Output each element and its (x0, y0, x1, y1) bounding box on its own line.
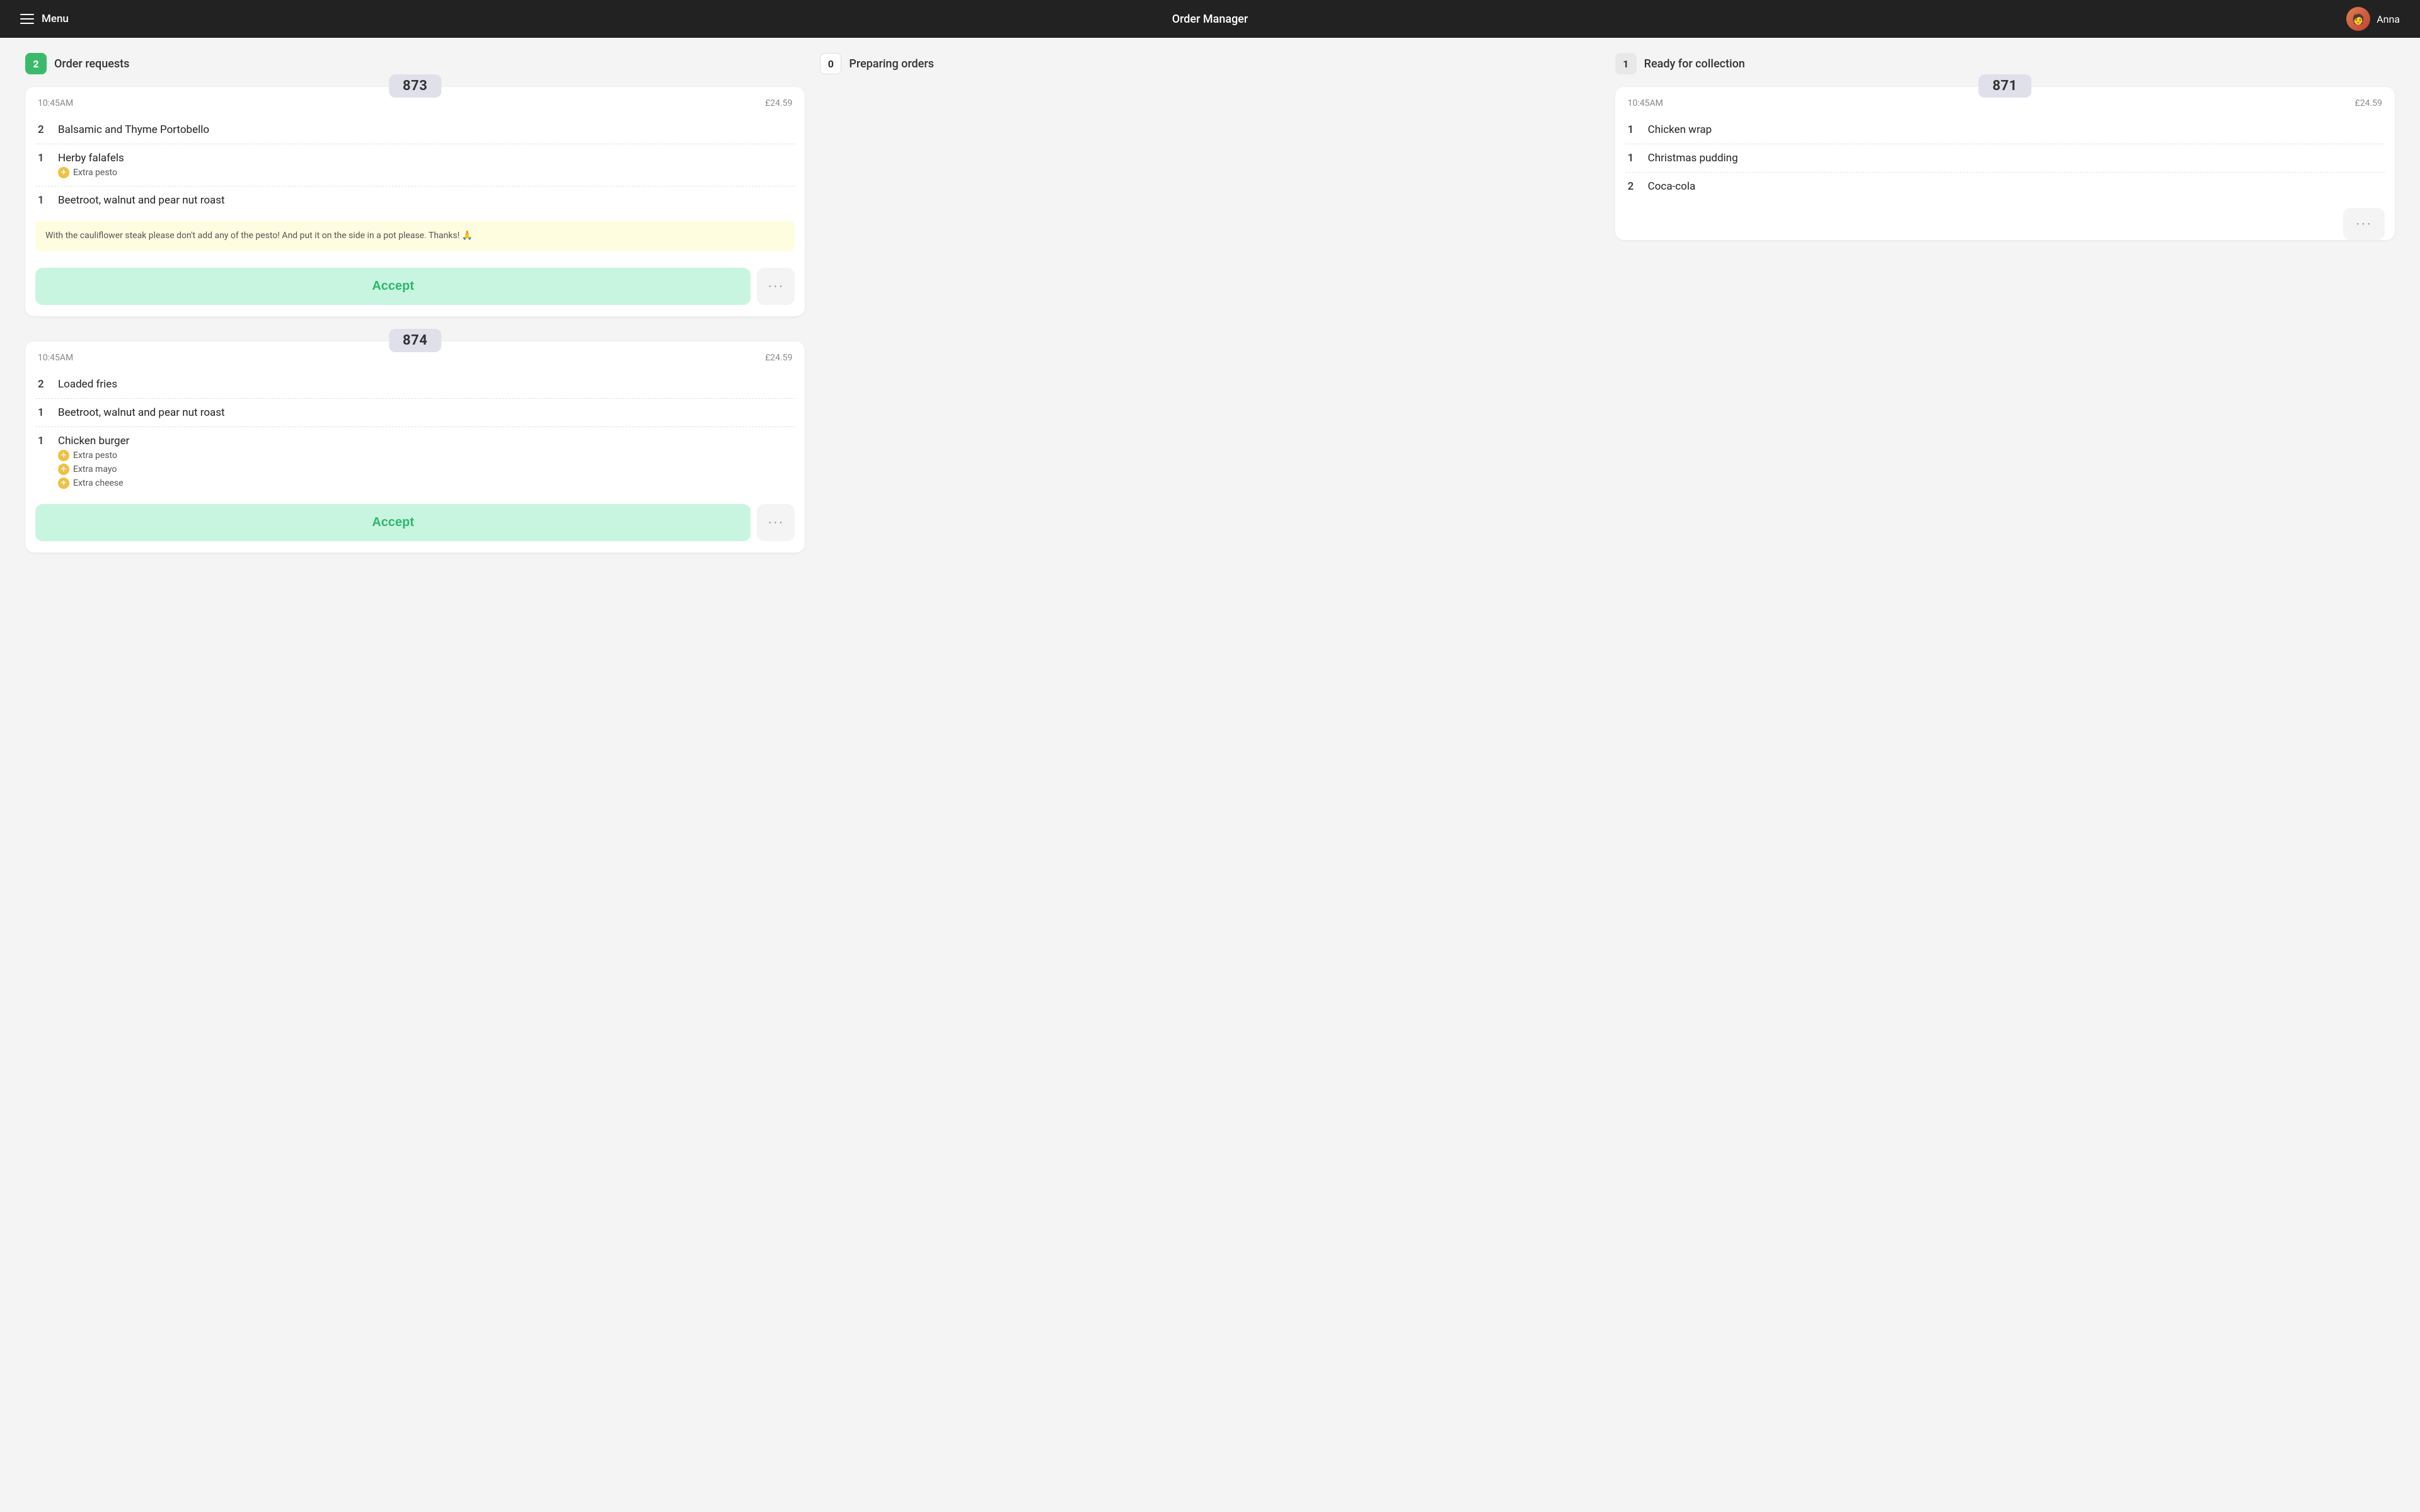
order-item: 1 Chicken wrap (1625, 116, 2385, 144)
menu-label: Menu (42, 13, 69, 25)
accept-button[interactable]: Accept (35, 268, 751, 305)
item-qty: 2 (38, 123, 49, 136)
item-name: Chicken burger (58, 435, 129, 447)
order-card: 871 10:45AM £24.59 1 Chicken wrap 1 Chri… (1615, 87, 2395, 240)
item-qty: 1 (38, 194, 49, 207)
item-qty: 1 (1628, 152, 1639, 164)
plus-icon: + (58, 450, 69, 461)
page-title: Order Manager (1172, 13, 1248, 26)
item-name: Beetroot, walnut and pear nut roast (58, 194, 225, 207)
order-item: 2 Loaded fries (35, 370, 795, 398)
column-count-badge: 0 (820, 53, 841, 74)
column-title: Ready for collection (1644, 57, 1745, 71)
item-qty: 1 (38, 435, 49, 447)
column-header-preparing_orders: 0 Preparing orders (820, 53, 1599, 74)
item-qty: 2 (38, 378, 49, 391)
order-items-list: 2 Balsamic and Thyme Portobello 1 Herby … (25, 116, 805, 214)
item-name: Chicken wrap (1648, 123, 1712, 136)
modifier-text: Extra cheese (73, 478, 124, 488)
order-card: 874 10:45AM £24.59 2 Loaded fries 1 Beet… (25, 341, 805, 553)
item-modifier: + Extra pesto (58, 450, 129, 461)
order-footer: Accept··· (25, 260, 805, 316)
plus-icon: + (58, 464, 69, 475)
column-ready_for_collection: 1 Ready for collection 871 10:45AM £24.5… (1608, 53, 2402, 578)
modifier-text: Extra mayo (73, 464, 117, 474)
order-footer: Accept··· (25, 496, 805, 553)
column-preparing_orders: 0 Preparing orders (812, 53, 1607, 578)
item-modifier: + Extra mayo (58, 464, 129, 475)
column-title: Preparing orders (849, 57, 934, 71)
user-name: Anna (2377, 13, 2400, 25)
order-time: 10:45AM (38, 98, 73, 108)
item-qty: 1 (1628, 123, 1639, 136)
plus-icon: + (58, 478, 69, 489)
order-card: 873 10:45AM £24.59 2 Balsamic and Thyme … (25, 87, 805, 316)
column-count-badge: 1 (1615, 53, 1637, 74)
plus-icon: + (58, 167, 69, 178)
order-price: £24.59 (765, 98, 792, 108)
order-number-badge: 873 (389, 74, 441, 98)
order-number-badge: 874 (389, 329, 441, 352)
item-name: Coca-cola (1648, 180, 1696, 193)
item-qty: 1 (38, 152, 49, 164)
item-name: Balsamic and Thyme Portobello (58, 123, 209, 136)
order-item: 1 Beetroot, walnut and pear nut roast (35, 398, 795, 427)
item-name: Loaded fries (58, 378, 117, 391)
column-count-badge: 2 (25, 53, 47, 74)
item-qty: 2 (1628, 180, 1639, 193)
item-qty: 1 (38, 406, 49, 419)
item-modifier: + Extra pesto (58, 167, 124, 178)
item-name: Herby falafels (58, 152, 124, 164)
modifier-text: Extra pesto (73, 168, 117, 178)
order-item: 1 Herby falafels + Extra pesto (35, 144, 795, 186)
order-item: 1 Beetroot, walnut and pear nut roast (35, 186, 795, 214)
accept-button[interactable]: Accept (35, 504, 751, 541)
order-item: 2 Balsamic and Thyme Portobello (35, 116, 795, 144)
more-options-button[interactable]: ··· (2343, 208, 2385, 240)
menu-button[interactable] (20, 14, 34, 24)
column-header-order_requests: 2 Order requests (25, 53, 805, 74)
order-items-list: 2 Loaded fries 1 Beetroot, walnut and pe… (25, 370, 805, 496)
item-modifier: + Extra cheese (58, 478, 129, 489)
order-time: 10:45AM (1628, 98, 1663, 108)
main-columns: 2 Order requests 873 10:45AM £24.59 2 Ba… (0, 38, 2420, 593)
item-name: Beetroot, walnut and pear nut roast (58, 406, 225, 419)
app-header: Menu Order Manager 🧑 Anna (0, 0, 2420, 38)
user-profile: 🧑 Anna (2346, 7, 2400, 31)
order-price: £24.59 (2355, 98, 2382, 108)
order-items-list: 1 Chicken wrap 1 Christmas pudding 2 Coc… (1615, 116, 2395, 200)
modifier-text: Extra pesto (73, 450, 117, 461)
more-options-button[interactable]: ··· (757, 504, 795, 541)
avatar: 🧑 (2346, 7, 2370, 31)
more-options-button[interactable]: ··· (757, 268, 795, 305)
column-title: Order requests (54, 57, 129, 71)
column-order_requests: 2 Order requests 873 10:45AM £24.59 2 Ba… (18, 53, 812, 578)
column-header-ready_for_collection: 1 Ready for collection (1615, 53, 2395, 74)
order-item: 2 Coca-cola (1625, 172, 2385, 200)
order-note: With the cauliflower steak please don't … (35, 220, 795, 251)
order-item: 1 Christmas pudding (1625, 144, 2385, 172)
order-time: 10:45AM (38, 353, 73, 363)
item-name: Christmas pudding (1648, 152, 1738, 164)
order-number-badge: 871 (1979, 74, 2031, 98)
order-item: 1 Chicken burger + Extra pesto + Extra m… (35, 427, 795, 496)
order-price: £24.59 (765, 353, 792, 363)
